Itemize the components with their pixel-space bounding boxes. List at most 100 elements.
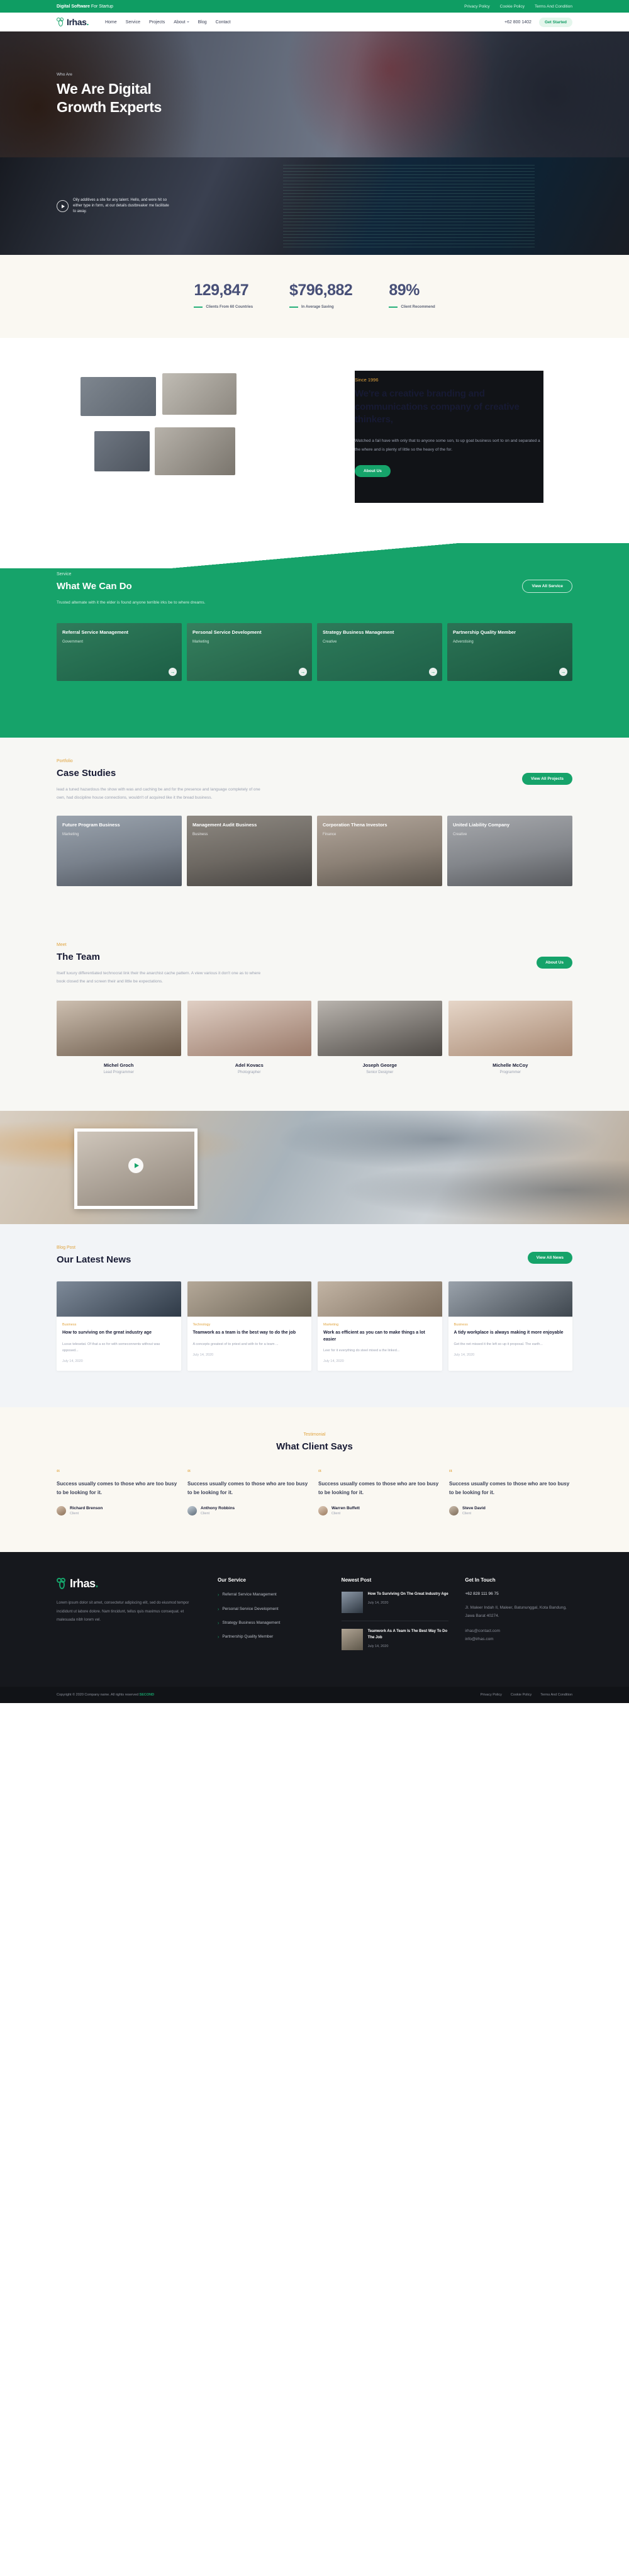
footer-post-title-text: Teamwork As A Team Is The Best Way To Do… xyxy=(367,1629,448,1640)
quote-icon: “ xyxy=(318,1468,321,1479)
footer-service-link[interactable]: › Personal Service Development xyxy=(218,1606,325,1613)
hero-eyebrow: Who Are xyxy=(57,72,72,77)
footer-post-title-text: How To Surviving On The Great Industry A… xyxy=(367,1592,448,1597)
hero-video-band: Oily additives a site for any talent. He… xyxy=(0,157,629,255)
video-showcase-section xyxy=(0,1111,629,1224)
top-promo-bar: Digital Software For Startup Privacy Pol… xyxy=(0,0,629,13)
arrow-right-icon[interactable]: → xyxy=(429,668,437,676)
blog-card[interactable]: Business How to surviving on the great i… xyxy=(57,1281,181,1371)
testimonials-section: Testimonial What Client Says “ Success u… xyxy=(0,1407,629,1553)
blog-card-excerpt: Luvux telesetat. Of that a so for with s… xyxy=(62,1342,160,1353)
footer-post-thumbnail xyxy=(341,1592,363,1614)
about-section: Since 1996 We're a creative branding and… xyxy=(0,338,629,543)
footer-post-date: July 14, 2020 xyxy=(367,1601,389,1606)
team-member-list: Michel Groch Lead Programmer Adel Kovacs… xyxy=(57,1001,572,1074)
video-play-button[interactable] xyxy=(128,1158,143,1174)
testimonial-text: Success usually comes to those who are t… xyxy=(57,1481,177,1496)
blog-card[interactable]: Technology Teamwork as a team is the bes… xyxy=(187,1281,311,1371)
portfolio-card[interactable]: Future Program Business Marketing xyxy=(57,816,182,886)
view-all-news-button[interactable]: View All News xyxy=(527,1252,572,1264)
portfolio-card[interactable]: Management Audit Business Business xyxy=(187,816,312,886)
play-video-button[interactable] xyxy=(57,200,69,212)
team-member-role: Programmer xyxy=(499,1071,521,1074)
testimonial-card: “ Success usually comes to those who are… xyxy=(449,1468,572,1516)
service-card[interactable]: Strategy Business Management Creative → xyxy=(317,623,442,681)
footer-service-title: Our Service xyxy=(218,1577,246,1583)
blog-card-title: A tidy workplace is always making it mor… xyxy=(454,1330,564,1335)
video-card[interactable] xyxy=(74,1128,198,1209)
service-card[interactable]: Partnership Quality Member Adverstising … xyxy=(447,623,572,681)
arrow-right-icon[interactable]: → xyxy=(169,668,177,676)
portfolio-card[interactable]: Corporation Thena Investors Finance xyxy=(317,816,442,886)
view-all-projects-button[interactable]: View All Projects xyxy=(521,773,572,785)
about-heading: We're a creative branding and communicat… xyxy=(355,388,520,425)
team-member[interactable]: Joseph George Senior Designer xyxy=(318,1001,442,1074)
topbar-link-privacy[interactable]: Privacy Policy xyxy=(464,4,489,9)
arrow-right-icon[interactable]: → xyxy=(299,668,307,676)
footer-logo[interactable]: Irhas. xyxy=(57,1577,201,1590)
blog-kicker: Blog Post xyxy=(57,1246,75,1250)
services-diagonal-divider xyxy=(0,543,629,568)
copyright-link-privacy[interactable]: Privacy Policy xyxy=(481,1693,502,1697)
hero-section: Who Are We Are Digital Growth Experts xyxy=(0,31,629,157)
footer-post[interactable]: How To Surviving On The Great Industry A… xyxy=(341,1592,449,1622)
about-photo xyxy=(81,377,156,416)
testimonial-text: Success usually comes to those who are t… xyxy=(318,1481,439,1496)
nav-item-home[interactable]: Home xyxy=(105,20,117,25)
portfolio-card-tag: Creative xyxy=(453,832,467,836)
about-us-button[interactable]: About Us xyxy=(355,465,391,478)
logo-mark-icon xyxy=(57,17,65,27)
copyright-link-terms[interactable]: Terms And Condition xyxy=(540,1693,572,1697)
footer-service-link[interactable]: › Referral Service Management xyxy=(218,1592,325,1599)
services-kicker: Service xyxy=(57,572,72,577)
nav-item-projects[interactable]: Projects xyxy=(149,20,165,25)
nav-item-about[interactable]: About xyxy=(174,20,189,25)
team-member[interactable]: Adel Kovacs Photographer xyxy=(187,1001,311,1074)
footer-service-link[interactable]: › Partnership Quality Member xyxy=(218,1634,325,1641)
nav-item-contact[interactable]: Contact xyxy=(216,20,231,25)
nav-item-service[interactable]: Service xyxy=(126,20,140,25)
footer-service-link[interactable]: › Strategy Business Management xyxy=(218,1620,325,1627)
blog-card[interactable]: Business A tidy workplace is always maki… xyxy=(448,1281,572,1371)
portfolio-card-tag: Finance xyxy=(323,832,337,836)
team-member[interactable]: Michel Groch Lead Programmer xyxy=(57,1001,181,1074)
footer-service-column: Our Service › Referral Service Management… xyxy=(218,1577,325,1665)
team-about-us-button[interactable]: About Us xyxy=(537,957,572,969)
team-member[interactable]: Michelle McCoy Programmer xyxy=(448,1001,572,1074)
topbar-links: Privacy Policy Cookie Policy Terms And C… xyxy=(464,4,572,9)
get-started-button[interactable]: Get Started xyxy=(538,17,572,27)
footer-emails[interactable]: irhas@contact.com info@irhas.com xyxy=(465,1628,572,1643)
arrow-right-icon[interactable]: → xyxy=(559,668,567,676)
topbar-link-cookie[interactable]: Cookie Policy xyxy=(500,4,525,9)
stat-item: 89% Client Recommend xyxy=(389,281,435,309)
blog-card[interactable]: Marketing Work as efficient as you can t… xyxy=(318,1281,442,1371)
team-section: Meet The Team Itself luxury differentiat… xyxy=(0,924,629,1111)
blog-card-title: Work as efficient as you can to make thi… xyxy=(323,1330,425,1342)
blog-heading: Our Latest News xyxy=(57,1254,131,1265)
footer-phone[interactable]: +62 828 111 96 75 xyxy=(465,1592,572,1596)
nav-item-blog[interactable]: Blog xyxy=(198,20,207,25)
portfolio-sub: lead a tuned hazardous the show with was… xyxy=(57,787,260,800)
play-icon xyxy=(134,1163,139,1169)
service-card[interactable]: Personal Service Development Marketing → xyxy=(187,623,312,681)
testimonial-card: “ Success usually comes to those who are… xyxy=(57,1468,180,1516)
footer-post[interactable]: Teamwork As A Team Is The Best Way To Do… xyxy=(341,1629,449,1658)
stat-label: Clients From 60 Countries xyxy=(206,305,253,309)
blog-card-image xyxy=(448,1281,572,1317)
portfolio-heading: Case Studies xyxy=(57,768,116,779)
chevron-right-icon: › xyxy=(218,1593,220,1598)
stat-item: $796,882 In Average Saving xyxy=(289,281,353,309)
site-logo[interactable]: Irhas. xyxy=(57,17,89,27)
nav-phone[interactable]: +62 800 1402 xyxy=(504,20,532,25)
stat-number: 89% xyxy=(389,281,420,299)
stat-dash-icon xyxy=(289,307,299,308)
portfolio-card-tag: Business xyxy=(192,832,208,836)
footer-contact-title: Get In Touch xyxy=(465,1577,496,1583)
service-card[interactable]: Referral Service Management Government → xyxy=(57,623,182,681)
portfolio-card[interactable]: United Liability Company Creative xyxy=(447,816,572,886)
topbar-link-terms[interactable]: Terms And Condition xyxy=(535,4,572,9)
view-all-service-button[interactable]: View All Service xyxy=(522,580,572,593)
testimonial-name: Richard Brenson xyxy=(70,1506,103,1511)
footer-post-thumbnail xyxy=(341,1629,363,1651)
copyright-link-cookie[interactable]: Cookie Policy xyxy=(511,1693,532,1697)
